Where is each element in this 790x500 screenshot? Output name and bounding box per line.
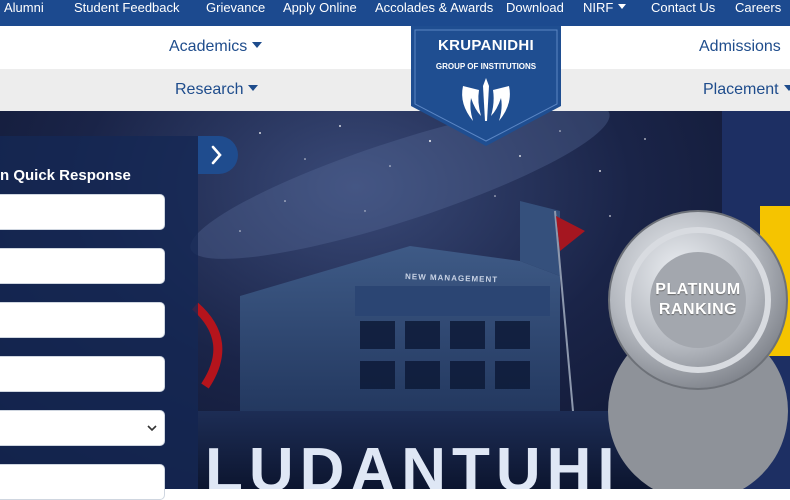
nav-research-label: Research <box>175 81 244 98</box>
topbar-link-careers[interactable]: Careers <box>735 0 781 26</box>
caret-down-icon <box>618 4 627 9</box>
topbar-link-student-feedback[interactable]: Student Feedback <box>74 0 180 26</box>
form-field-2[interactable] <box>0 248 165 284</box>
logo-subtitle: GROUP OF INSTITUTIONS <box>435 62 537 71</box>
form-field-4[interactable] <box>0 356 165 392</box>
main-nav-row-1: Academics Admissions <box>0 26 790 69</box>
nav-academics-label: Academics <box>169 38 248 55</box>
topbar-link-nirf[interactable]: NIRF <box>583 0 627 26</box>
topbar-link-grievance[interactable]: Grievance <box>206 0 265 26</box>
nav-placement-label: Placement <box>703 81 779 98</box>
logo-title: KRUPANIDHI <box>437 37 535 54</box>
main-nav-row-2: Research Placement <box>0 69 790 111</box>
campus-letters: LUDANTUHI <box>205 436 621 489</box>
top-utility-bar: Alumni Student Feedback Grievance Apply … <box>0 0 790 26</box>
form-select[interactable] <box>0 410 165 446</box>
nav-item-placement[interactable]: Placement <box>703 81 790 99</box>
form-field-1[interactable] <box>0 194 165 230</box>
topbar-link-accolades-awards[interactable]: Accolades & Awards <box>375 0 493 26</box>
medal-text-line-2: RANKING <box>658 301 738 318</box>
topbar-link-download[interactable]: Download <box>506 0 564 26</box>
topbar-link-apply-online[interactable]: Apply Online <box>283 0 357 26</box>
caret-down-icon <box>252 42 263 48</box>
topbar-link-alumni[interactable]: Alumni <box>4 0 44 26</box>
caret-down-icon <box>783 85 790 91</box>
form-toggle-button[interactable] <box>198 136 238 174</box>
topbar-link-contact-us[interactable]: Contact Us <box>651 0 715 26</box>
nav-item-research[interactable]: Research <box>175 81 259 99</box>
form-field-3[interactable] <box>0 302 165 338</box>
nav-item-academics[interactable]: Academics <box>169 38 263 56</box>
chevron-down-icon <box>147 425 157 432</box>
krupanidhi-logo[interactable]: KRUPANIDHI GROUP OF INSTITUTIONS <box>411 26 561 146</box>
quick-response-form: n Quick Response <box>0 136 198 500</box>
nav-item-admissions[interactable]: Admissions <box>699 38 781 56</box>
topbar-link-nirf-label: NIRF <box>583 0 614 15</box>
caret-down-icon <box>248 85 259 91</box>
form-field-5[interactable] <box>0 464 165 500</box>
form-title: n Quick Response <box>0 167 131 184</box>
chevron-right-icon <box>211 145 222 165</box>
medal-text-line-1: PLATINUM <box>655 281 741 298</box>
